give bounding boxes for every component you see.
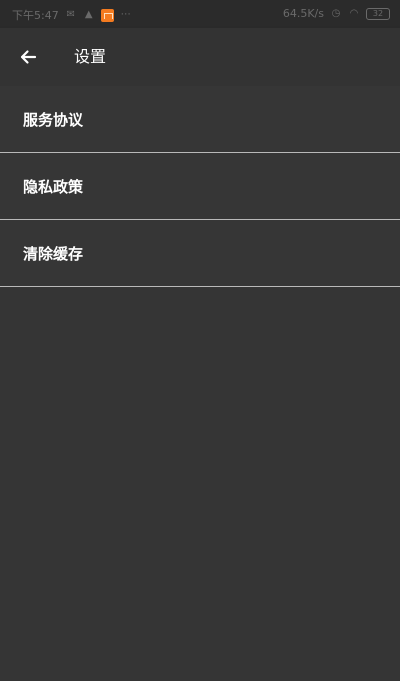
back-button[interactable] bbox=[14, 43, 42, 71]
settings-item-label: 隐私政策 bbox=[23, 178, 84, 196]
page-title: 设置 bbox=[74, 47, 107, 66]
battery-icon: 32 bbox=[366, 7, 390, 20]
status-time: 下午5:47 bbox=[12, 9, 59, 22]
settings-item-label: 清除缓存 bbox=[23, 245, 84, 263]
alarm-icon: ◷ bbox=[331, 7, 341, 19]
settings-item-privacy-policy[interactable]: 隐私政策 bbox=[0, 153, 400, 220]
status-bar-left: 下午5:47 ✉ ▲ ⋯ bbox=[12, 7, 132, 23]
settings-item-service-agreement[interactable]: 服务协议 bbox=[0, 86, 400, 153]
status-bar-right: 64.5K/s ◷ ◠ 32 bbox=[283, 7, 390, 20]
mi-app-icon bbox=[100, 8, 114, 22]
app-bar: 设置 bbox=[0, 28, 400, 86]
settings-list: 服务协议 隐私政策 清除缓存 bbox=[0, 86, 400, 287]
status-bar: 下午5:47 ✉ ▲ ⋯ 64.5K/s ◷ ◠ 32 bbox=[0, 0, 400, 28]
settings-item-label: 服务协议 bbox=[23, 111, 84, 129]
network-speed: 64.5K/s bbox=[282, 7, 324, 20]
wifi-icon: ◠ bbox=[349, 7, 359, 19]
more-dots-icon: ⋯ bbox=[120, 9, 131, 20]
wechat-icon: ✉ bbox=[66, 9, 75, 20]
settings-item-clear-cache[interactable]: 清除缓存 bbox=[0, 220, 400, 287]
arrow-left-icon bbox=[20, 50, 37, 64]
warning-icon: ▲ bbox=[84, 9, 93, 20]
